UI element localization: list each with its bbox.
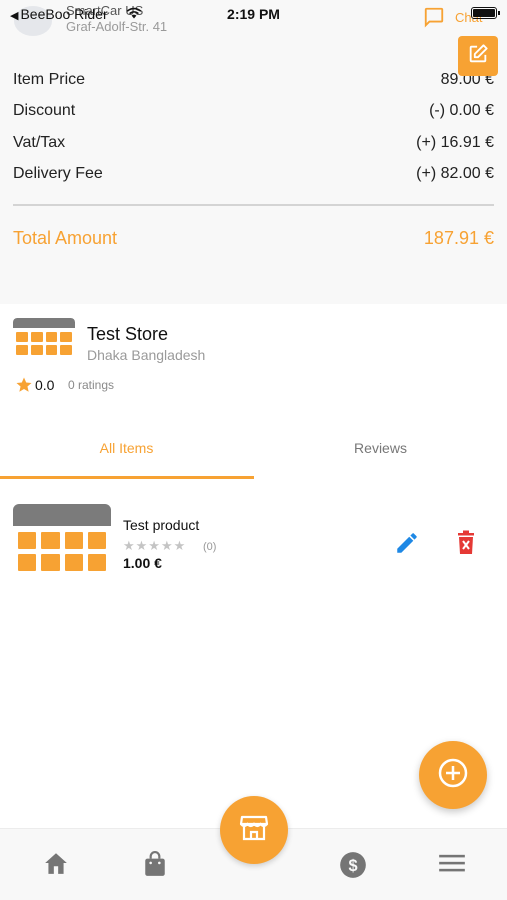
store-button[interactable] xyxy=(220,796,288,864)
vat-tax-label: Vat/Tax xyxy=(13,134,66,151)
product-rating-stars: ★★★★★ xyxy=(123,538,187,553)
edit-icon xyxy=(467,43,489,70)
star-icon xyxy=(15,376,33,399)
menu-icon xyxy=(438,854,466,879)
shopping-bag-icon xyxy=(143,851,167,881)
battery-icon xyxy=(471,7,500,19)
delete-product-button[interactable] xyxy=(455,530,477,561)
edit-order-button[interactable] xyxy=(458,36,498,76)
trash-icon xyxy=(455,530,477,560)
product-price: 1.00 € xyxy=(123,555,162,571)
nav-earnings[interactable]: $ xyxy=(339,851,367,884)
product-image xyxy=(13,504,111,584)
item-price-label: Item Price xyxy=(13,71,86,88)
total-amount-label: Total Amount xyxy=(13,228,118,248)
nav-orders[interactable] xyxy=(143,851,167,882)
tab-all-items[interactable]: All Items xyxy=(0,440,253,456)
pencil-icon xyxy=(394,533,420,560)
dollar-icon: $ xyxy=(339,852,367,883)
add-product-button[interactable] xyxy=(419,741,487,809)
status-time: 2:19 PM xyxy=(227,6,280,22)
add-circle-icon xyxy=(436,756,470,795)
store-name: Test Store xyxy=(87,324,169,344)
nav-menu[interactable] xyxy=(438,851,466,880)
active-tab-indicator xyxy=(0,476,254,479)
tab-reviews[interactable]: Reviews xyxy=(254,440,507,456)
summary-divider xyxy=(13,204,494,206)
delivery-fee-value: (+) 82.00 € xyxy=(416,165,494,182)
store-logo xyxy=(13,318,75,370)
discount-value: (-) 0.00 € xyxy=(429,102,494,119)
store-address: Dhaka Bangladesh xyxy=(87,347,206,363)
store-ratings-count: 0 ratings xyxy=(68,378,115,392)
discount-label: Discount xyxy=(13,102,76,119)
order-summary: SmartCar US Graf-Adolf-Str. 41 Chat Item… xyxy=(0,0,507,304)
discount-row: Discount (-) 0.00 € xyxy=(13,102,494,120)
item-price-row: Item Price 89.00 € xyxy=(13,71,494,89)
status-bar: ◀ BeeBoo Rider 2:19 PM xyxy=(0,0,507,30)
product-name: Test product xyxy=(123,517,200,533)
total-amount-row: Total Amount 187.91 € xyxy=(13,228,494,249)
delivery-fee-row: Delivery Fee (+) 82.00 € xyxy=(13,165,494,183)
vat-tax-value: (+) 16.91 € xyxy=(416,134,494,151)
vat-tax-row: Vat/Tax (+) 16.91 € xyxy=(13,134,494,152)
store-rating-value: 0.0 xyxy=(35,377,55,393)
total-amount-value: 187.91 € xyxy=(423,228,494,248)
svg-text:$: $ xyxy=(348,857,357,875)
store-icon xyxy=(239,814,269,847)
home-icon xyxy=(43,853,69,879)
edit-product-button[interactable] xyxy=(394,530,420,561)
product-review-count: (0) xyxy=(203,541,217,553)
nav-home[interactable] xyxy=(43,851,69,880)
delivery-fee-label: Delivery Fee xyxy=(13,165,103,182)
